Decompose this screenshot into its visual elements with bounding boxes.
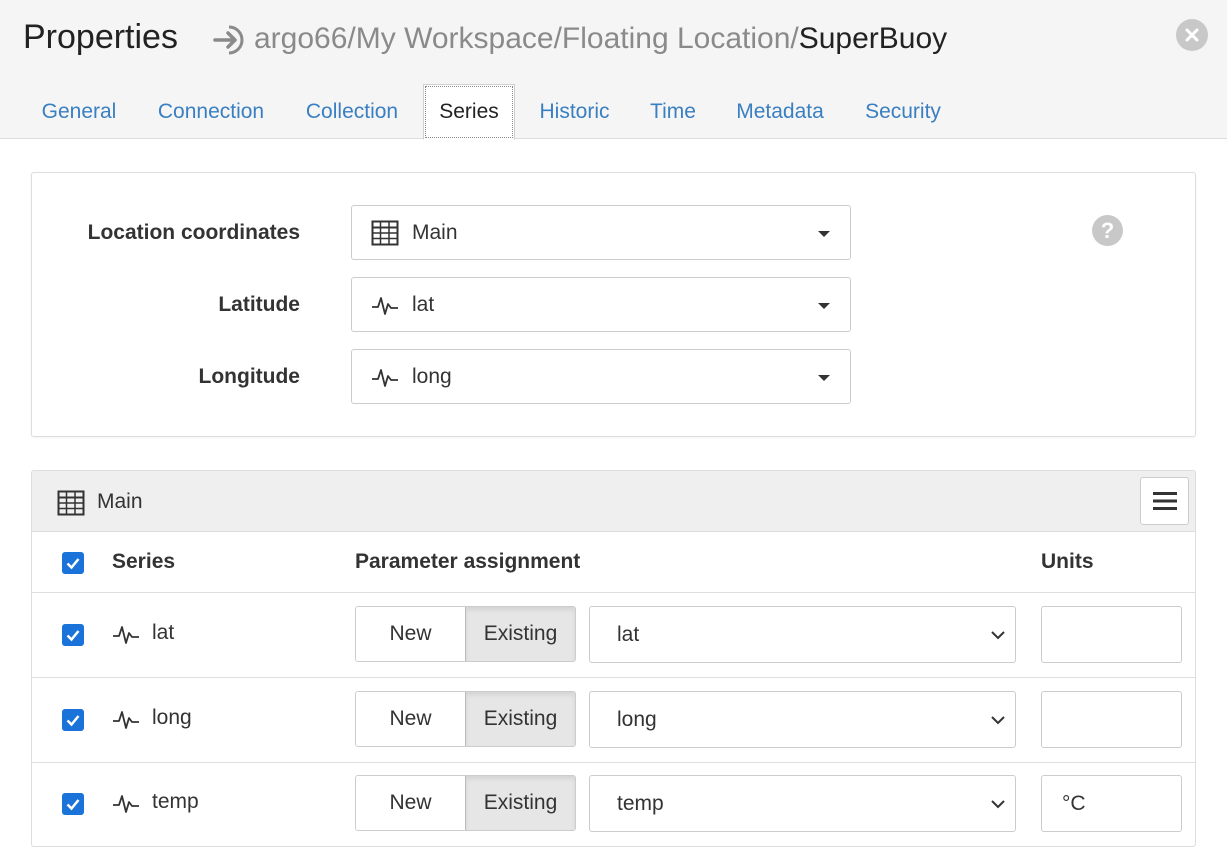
location-coordinates-label: Location coordinates: [87, 221, 300, 244]
tab-historic[interactable]: Historic: [527, 84, 622, 139]
tab-security[interactable]: Security: [852, 84, 954, 139]
assignment-toggle: New Existing: [355, 606, 576, 662]
series-name: lat: [152, 621, 175, 644]
parameter-value: long: [617, 708, 657, 731]
location-panel: Location coordinates Main Latitude lat L…: [31, 172, 1196, 437]
check-icon: [66, 558, 80, 570]
series-name: long: [152, 706, 192, 729]
series-table-panel: Main Series Parameter assignment Units l…: [31, 470, 1196, 847]
tab-connection[interactable]: Connection: [143, 84, 279, 139]
help-icon[interactable]: ?: [1092, 215, 1123, 246]
new-button[interactable]: New: [356, 776, 465, 830]
hamburger-menu-icon: [1152, 492, 1177, 510]
close-icon: [1185, 28, 1199, 42]
table-grid-icon: [371, 220, 399, 246]
series-name: temp: [152, 790, 199, 813]
table-row: temp New Existing temp: [32, 763, 1195, 846]
waveform-icon: [372, 297, 398, 315]
parameter-select[interactable]: temp: [589, 775, 1016, 832]
page-title: Properties: [23, 18, 178, 56]
table-row: long New Existing long: [32, 678, 1195, 763]
existing-button[interactable]: Existing: [465, 776, 575, 830]
latitude-select[interactable]: lat: [351, 277, 851, 332]
row-checkbox[interactable]: [62, 793, 84, 815]
parameter-value: temp: [617, 792, 664, 815]
latitude-label: Latitude: [218, 293, 300, 316]
latitude-value: lat: [412, 292, 435, 316]
check-icon: [66, 630, 80, 642]
existing-button[interactable]: Existing: [465, 692, 575, 746]
parameter-select[interactable]: long: [589, 691, 1016, 748]
tab-metadata[interactable]: Metadata: [722, 84, 838, 139]
table-column-header: Series Parameter assignment Units: [32, 532, 1195, 593]
row-checkbox[interactable]: [62, 624, 84, 646]
close-button[interactable]: [1176, 19, 1208, 51]
location-coordinates-value: Main: [412, 220, 458, 244]
parameter-value: lat: [617, 623, 640, 646]
tab-time[interactable]: Time: [638, 84, 708, 139]
units-input[interactable]: [1041, 691, 1182, 748]
waveform-icon: [113, 795, 139, 813]
table-header-bar: Main: [32, 471, 1195, 532]
column-header-units: Units: [1041, 550, 1094, 573]
arrow-right-circle-icon: [213, 25, 244, 55]
chevron-down-icon: [991, 800, 1005, 809]
table-row: lat New Existing lat: [32, 593, 1195, 678]
parameter-select[interactable]: lat: [589, 606, 1016, 663]
tab-general[interactable]: General: [27, 84, 131, 139]
tab-bar: General Connection Collection Series His…: [0, 84, 1227, 140]
column-header-parameter: Parameter assignment: [355, 550, 581, 573]
assignment-toggle: New Existing: [355, 775, 576, 831]
units-input[interactable]: [1041, 606, 1182, 663]
tab-collection[interactable]: Collection: [291, 84, 413, 139]
breadcrumb-path: argo66/My Workspace/Floating Location/: [254, 22, 799, 55]
units-input[interactable]: [1041, 775, 1182, 832]
chevron-down-icon: [991, 716, 1005, 725]
check-icon: [66, 799, 80, 811]
breadcrumb-current: SuperBuoy: [798, 22, 948, 55]
select-all-checkbox[interactable]: [62, 552, 84, 574]
row-checkbox[interactable]: [62, 709, 84, 731]
column-header-series: Series: [112, 550, 176, 573]
longitude-value: long: [412, 364, 452, 388]
table-grid-icon: [57, 490, 85, 516]
tab-series[interactable]: Series: [423, 84, 515, 140]
chevron-down-icon: [991, 631, 1005, 640]
new-button[interactable]: New: [356, 692, 465, 746]
new-button[interactable]: New: [356, 607, 465, 661]
caret-down-icon: [818, 375, 830, 381]
longitude-label: Longitude: [198, 365, 300, 388]
longitude-select[interactable]: long: [351, 349, 851, 404]
check-icon: [66, 715, 80, 727]
caret-down-icon: [818, 303, 830, 309]
breadcrumb: argo66/My Workspace/Floating Location/Su…: [254, 22, 947, 56]
caret-down-icon: [818, 231, 830, 237]
header: Properties argo66/My Workspace/Floating …: [0, 0, 1227, 140]
location-coordinates-select[interactable]: Main: [351, 205, 851, 260]
assignment-toggle: New Existing: [355, 691, 576, 747]
existing-button[interactable]: Existing: [465, 607, 575, 661]
waveform-icon: [372, 369, 398, 387]
table-menu-button[interactable]: [1140, 477, 1189, 525]
waveform-icon: [113, 626, 139, 644]
table-title: Main: [97, 490, 143, 513]
waveform-icon: [113, 711, 139, 729]
